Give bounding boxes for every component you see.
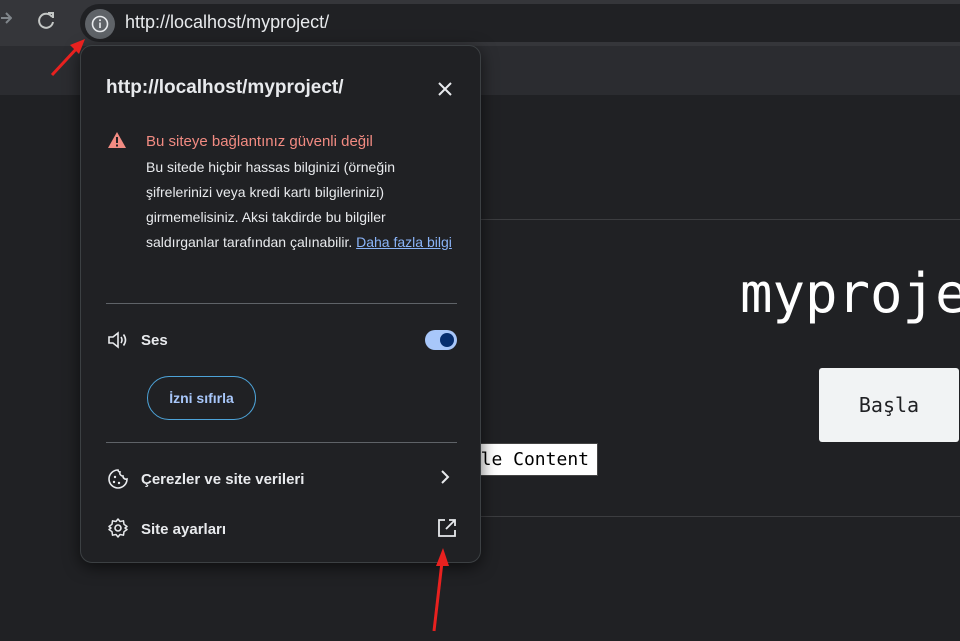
toggle-knob [440,333,454,347]
warning-icon [107,131,127,154]
learn-more-link[interactable]: Daha fazla bilgi [356,234,452,250]
content-toggle-button[interactable]: le Content [470,443,598,476]
divider [480,516,960,517]
arrow-right-icon[interactable] [0,9,13,32]
external-link-icon[interactable] [436,517,458,544]
divider [106,303,457,304]
reload-icon[interactable] [35,9,57,36]
site-info-popup: http://localhost/myproject/ Bu siteye ba… [80,45,481,563]
url-text[interactable]: http://localhost/myproject/ [125,12,329,33]
warning-title: Bu siteye bağlantınız güvenli değil [146,133,373,150]
site-settings-label: Site ayarları [141,521,227,538]
start-button[interactable]: Başla [819,368,959,442]
divider [480,219,960,220]
divider [106,442,457,443]
info-icon[interactable] [85,9,115,39]
warning-text: Bu sitede hiçbir hassas bilginizi (örneğ… [146,155,458,255]
sound-label: Ses [141,332,168,349]
close-icon[interactable] [435,79,455,99]
cookies-label: Çerezler ve site verileri [141,471,305,488]
browser-toolbar: http://localhost/myproject/ [0,0,960,46]
cookie-icon [107,468,129,495]
sound-toggle[interactable] [425,330,457,350]
chevron-right-icon [439,469,451,490]
reset-permission-button[interactable]: İzni sıfırla [147,376,256,420]
speaker-icon [107,330,129,355]
popup-title: http://localhost/myproject/ [106,77,344,98]
page-title: myproje [740,262,960,325]
gear-icon [107,517,129,544]
